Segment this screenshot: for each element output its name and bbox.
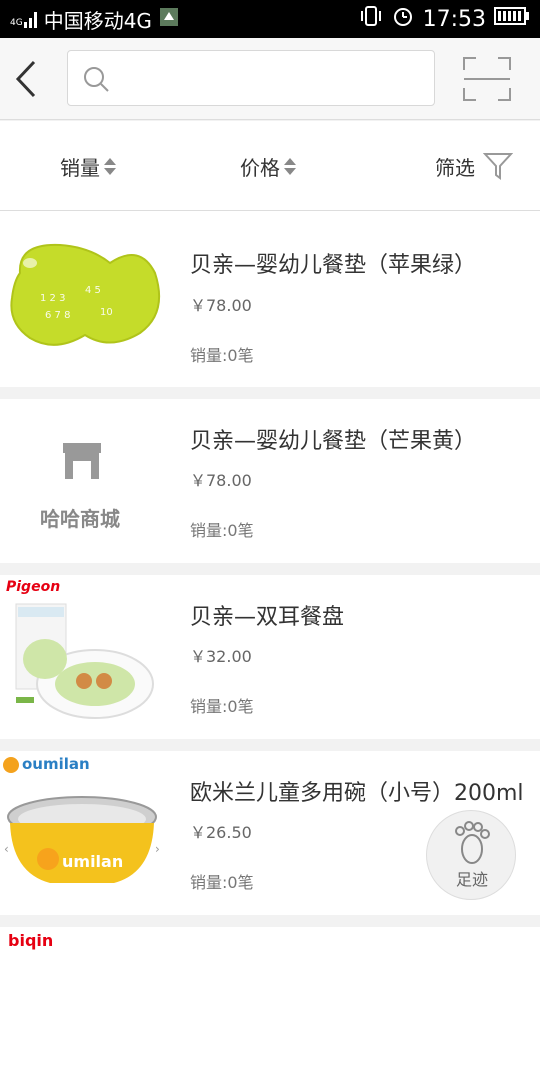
placeholder-text: 哈哈商城 bbox=[40, 507, 120, 531]
product-title: 欧米兰儿童多用碗（小号）200ml bbox=[190, 781, 524, 806]
product-image-biqin: biqin bbox=[0, 931, 165, 1087]
filter-label: 筛选 bbox=[435, 155, 475, 180]
svg-text:›: › bbox=[155, 842, 160, 856]
funnel-icon bbox=[483, 153, 513, 180]
product-sales: 销量:0笔 bbox=[190, 346, 254, 365]
product-title: 贝亲—婴幼儿餐垫（苹果绿） bbox=[190, 253, 477, 278]
back-button[interactable] bbox=[8, 56, 48, 102]
search-box[interactable] bbox=[67, 50, 435, 106]
product-title: 贝亲—婴幼儿餐垫（芒果黄） bbox=[190, 429, 477, 454]
vibrate-icon bbox=[359, 4, 383, 34]
sort-arrows-icon bbox=[284, 157, 296, 175]
brand-logo: oumilan bbox=[22, 755, 90, 773]
sort-bar: 销量 价格 筛选 bbox=[0, 121, 540, 211]
product-sales: 销量:0笔 bbox=[190, 521, 254, 540]
signal-icon: 4G bbox=[10, 10, 38, 28]
brand-logo: biqin bbox=[8, 931, 54, 950]
product-list: 1 2 3 4 5 6 7 8 10 贝亲—婴幼儿餐垫（苹果绿） ￥78.00 … bbox=[0, 211, 540, 1091]
svg-text:6 7 8: 6 7 8 bbox=[45, 310, 70, 321]
product-price: ￥32.00 bbox=[190, 647, 252, 666]
product-price: ￥78.00 bbox=[190, 471, 252, 490]
chevron-left-icon bbox=[15, 60, 36, 98]
status-bar: 4G 中国移动4G 17:53 bbox=[0, 0, 540, 38]
svg-text:umilan: umilan bbox=[62, 852, 123, 871]
product-sales: 销量:0笔 bbox=[190, 697, 254, 716]
svg-text:10: 10 bbox=[100, 307, 113, 318]
product-price: ￥26.50 bbox=[190, 823, 252, 842]
footprint-label: 足迹 bbox=[455, 870, 488, 889]
product-item[interactable]: 1 2 3 4 5 6 7 8 10 贝亲—婴幼儿餐垫（苹果绿） ￥78.00 … bbox=[0, 211, 540, 387]
product-item[interactable]: Pigeon 贝亲—双耳餐盘 ￥32.00 销量:0笔 bbox=[0, 575, 540, 739]
battery-icon bbox=[494, 6, 530, 32]
sort-by-price[interactable]: 价格 bbox=[240, 121, 296, 211]
product-sales: 销量:0笔 bbox=[190, 873, 254, 892]
search-header bbox=[0, 38, 540, 120]
alarm-icon bbox=[391, 4, 415, 34]
sort-sales-label: 销量 bbox=[60, 155, 100, 180]
search-input[interactable] bbox=[118, 61, 418, 97]
data-transfer-icon bbox=[158, 6, 180, 33]
svg-text:4 5: 4 5 bbox=[85, 285, 101, 296]
svg-text:1 2 3: 1 2 3 bbox=[40, 293, 65, 304]
product-image-pigeon-plate: Pigeon bbox=[0, 579, 165, 735]
product-image-oumilan-bowl: oumilan umilan ‹ › bbox=[0, 755, 165, 911]
product-item[interactable]: 哈哈商城 贝亲—婴幼儿餐垫（芒果黄） ￥78.00 销量:0笔 bbox=[0, 399, 540, 563]
filter-button[interactable]: 筛选 bbox=[435, 121, 513, 211]
product-title: 贝亲—双耳餐盘 bbox=[190, 605, 345, 630]
scan-icon bbox=[463, 57, 511, 101]
brand-logo: Pigeon bbox=[6, 579, 61, 595]
sort-arrows-icon bbox=[104, 157, 116, 175]
scan-button[interactable] bbox=[462, 56, 512, 102]
search-icon bbox=[84, 67, 109, 92]
clock-time: 17:53 bbox=[422, 6, 486, 32]
sort-by-sales[interactable]: 销量 bbox=[60, 121, 116, 211]
footprint-icon bbox=[455, 821, 490, 864]
svg-text:‹: ‹ bbox=[4, 842, 9, 856]
footprint-button[interactable]: 足迹 bbox=[426, 810, 516, 900]
product-image-green-placemat: 1 2 3 4 5 6 7 8 10 bbox=[0, 223, 165, 379]
sort-price-label: 价格 bbox=[240, 155, 280, 180]
network-badge: 4G bbox=[10, 18, 23, 28]
carrier-name: 中国移动4G bbox=[43, 8, 152, 33]
product-item[interactable]: biqin bbox=[0, 927, 540, 1091]
product-image-placeholder: 哈哈商城 bbox=[0, 403, 165, 559]
product-price: ￥78.00 bbox=[190, 296, 252, 315]
